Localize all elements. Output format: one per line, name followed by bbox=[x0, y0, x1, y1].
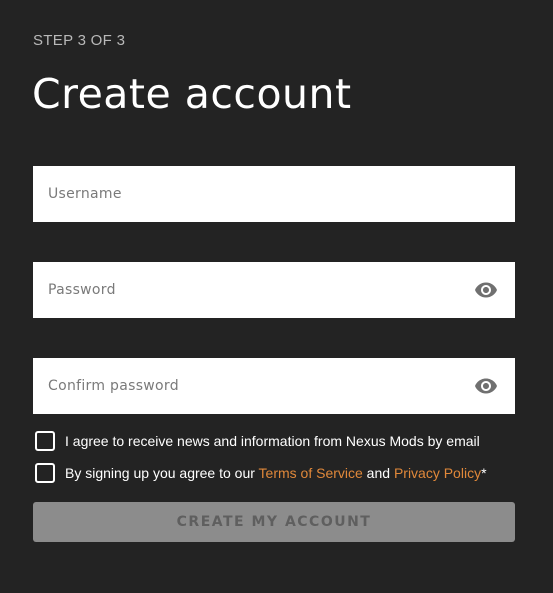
eye-icon[interactable] bbox=[474, 375, 498, 397]
step-indicator: STEP 3 OF 3 bbox=[33, 32, 126, 49]
confirm-password-input[interactable] bbox=[33, 358, 515, 414]
eye-icon-graphic bbox=[475, 282, 497, 298]
password-field bbox=[33, 262, 515, 318]
eye-icon-graphic bbox=[475, 378, 497, 394]
username-input[interactable] bbox=[33, 166, 515, 222]
required-mark: * bbox=[481, 465, 487, 481]
confirm-password-field bbox=[33, 358, 515, 414]
terms-of-service-link[interactable]: Terms of Service bbox=[259, 465, 363, 481]
newsletter-checkbox[interactable] bbox=[35, 431, 55, 451]
terms-label-prefix: By signing up you agree to our bbox=[65, 465, 259, 481]
terms-checkbox-label: By signing up you agree to our Terms of … bbox=[65, 465, 487, 481]
create-account-button[interactable]: CREATE MY ACCOUNT bbox=[33, 502, 515, 542]
eye-icon[interactable] bbox=[474, 279, 498, 301]
password-input[interactable] bbox=[33, 262, 515, 318]
page-title: Create account bbox=[32, 70, 352, 118]
username-field bbox=[33, 166, 515, 222]
terms-checkbox[interactable] bbox=[35, 463, 55, 483]
privacy-policy-link[interactable]: Privacy Policy bbox=[394, 465, 481, 481]
newsletter-consent-row: I agree to receive news and information … bbox=[35, 431, 480, 451]
create-account-page: STEP 3 OF 3 Create account I agree to re… bbox=[0, 0, 553, 593]
newsletter-checkbox-label: I agree to receive news and information … bbox=[65, 433, 480, 449]
terms-label-middle: and bbox=[362, 465, 394, 481]
terms-consent-row: By signing up you agree to our Terms of … bbox=[35, 463, 487, 483]
